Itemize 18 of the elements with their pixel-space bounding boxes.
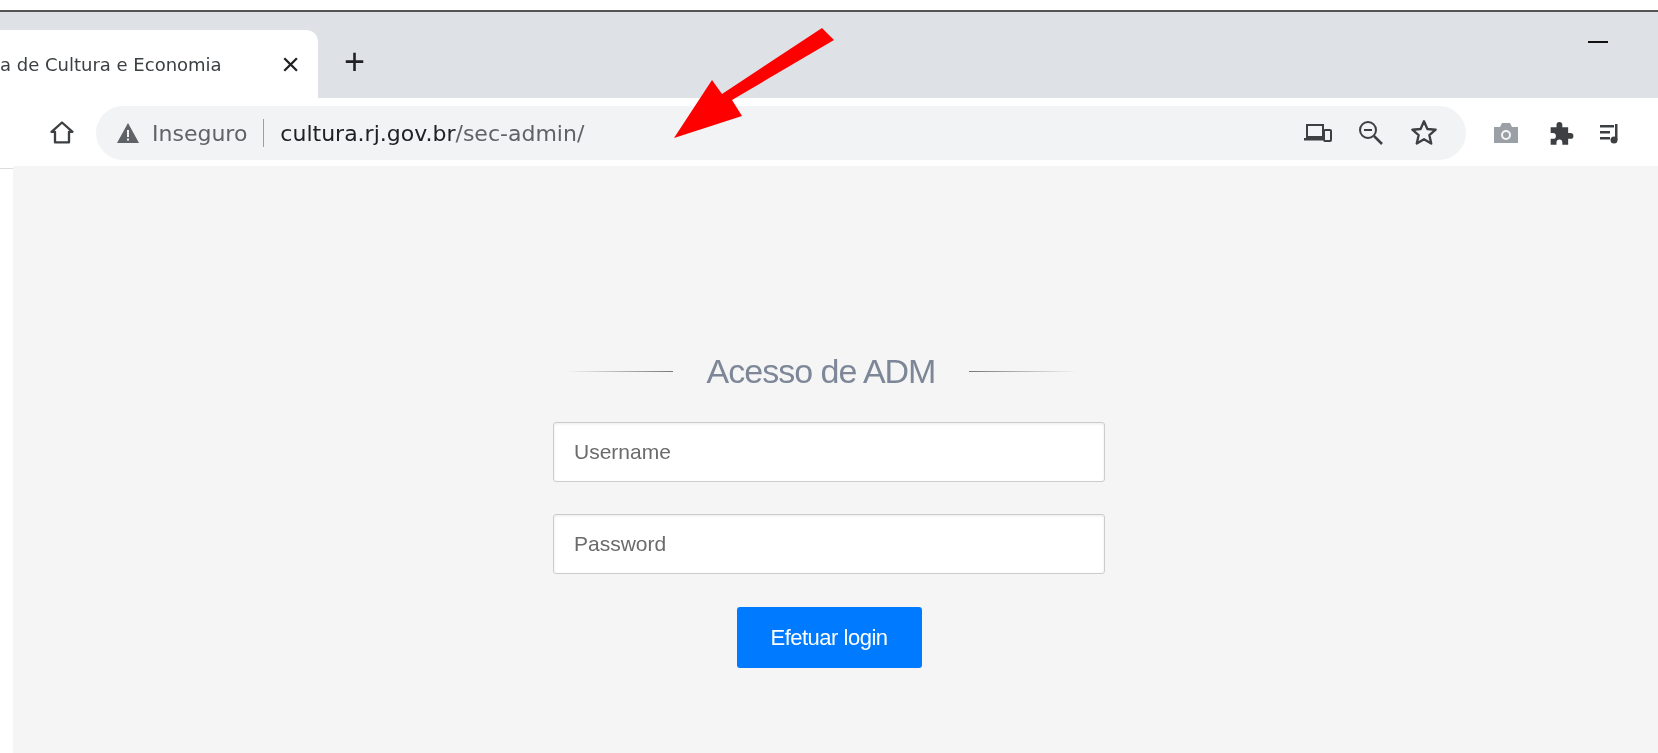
username-field[interactable]: Username	[553, 422, 1105, 482]
new-tab-button[interactable]: +	[344, 44, 366, 80]
login-title: Acesso de ADM	[706, 352, 936, 391]
url-text: cultura.rj.gov.br/sec-admin/	[280, 120, 585, 146]
tab-title: a de Cultura e Economia	[0, 53, 223, 75]
warning-icon	[116, 122, 140, 144]
browser-tab[interactable]: a de Cultura e Economia ×	[0, 30, 318, 98]
security-label: Inseguro	[152, 120, 248, 146]
password-field[interactable]: Password	[553, 514, 1105, 574]
star-icon[interactable]	[1410, 119, 1438, 147]
zoom-out-icon[interactable]	[1358, 120, 1384, 146]
devices-icon[interactable]	[1304, 122, 1332, 144]
address-bar[interactable]: Inseguro cultura.rj.gov.br/sec-admin/	[96, 106, 1466, 160]
minimize-icon[interactable]	[1588, 40, 1608, 44]
camera-icon[interactable]	[1492, 121, 1520, 145]
login-button[interactable]: Efetuar login	[736, 607, 922, 668]
home-icon[interactable]	[48, 119, 76, 147]
close-tab-button[interactable]: ×	[281, 48, 300, 80]
